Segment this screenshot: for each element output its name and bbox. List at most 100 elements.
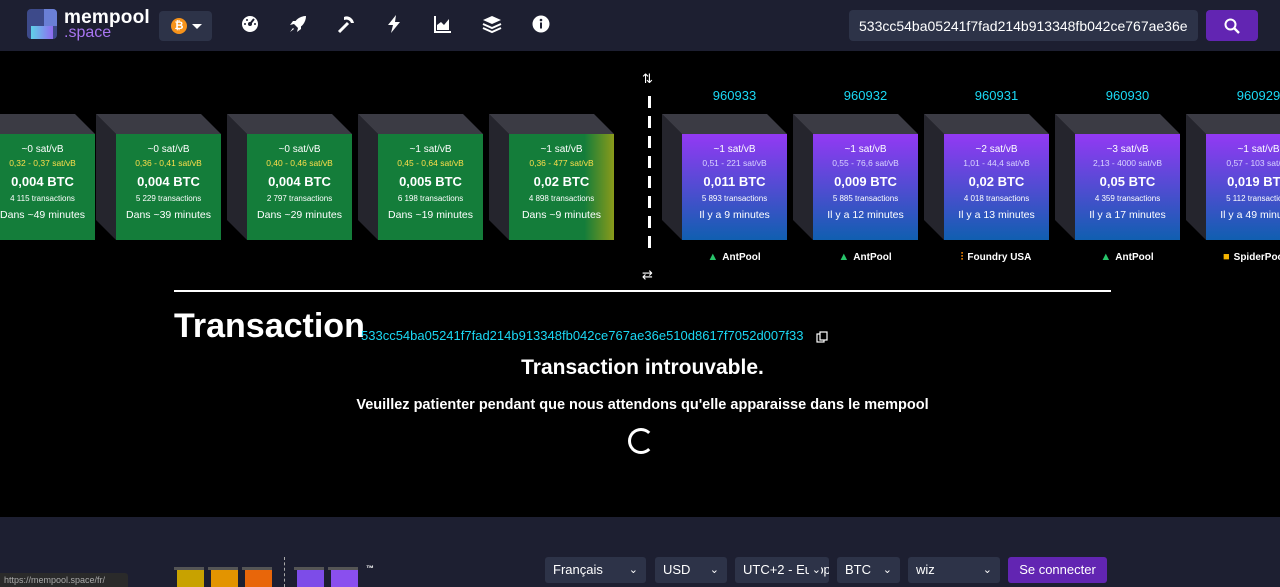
block-tx-count: 5 893 transactions [701, 194, 768, 203]
mempool-logo[interactable]: mempool .space [27, 7, 150, 41]
mining-pool-link[interactable]: ■SpiderPool [1203, 251, 1280, 263]
block-median-fee: ~0 sat/vB [147, 144, 190, 155]
antpool-icon: ▲ [707, 251, 719, 263]
chevron-down-icon: ⌄ [628, 564, 638, 576]
mined-block[interactable]: ~3 sat/vB 2,13 - 4000 sat/vB 0,05 BTC 4 … [1055, 114, 1180, 240]
block-median-fee: ~1 sat/vB [713, 144, 756, 155]
mining-pool-link[interactable]: ▲ AntPool [1072, 251, 1182, 263]
block-median-fee: ~2 sat/vB [975, 144, 1018, 155]
block-total-btc: 0,004 BTC [268, 174, 331, 189]
footer-logo-block [208, 567, 238, 587]
block-tx-count: 2 797 transactions [266, 194, 333, 203]
bitcoin-icon: ₿ [171, 18, 187, 34]
about-icon[interactable] [531, 14, 551, 34]
copy-icon[interactable] [816, 330, 828, 343]
blockchain-visualization: ~0 sat/vB 0,32 - 0,37 sat/vB 0,004 BTC 4… [0, 51, 1280, 291]
footer-logo-block [328, 567, 358, 587]
mempool-block[interactable]: ~0 sat/vB 0,40 - 0,46 sat/vB 0,004 BTC 2… [227, 114, 352, 240]
footer-logo-block [242, 567, 272, 587]
docs-icon[interactable] [482, 14, 502, 34]
block-total-btc: 0,005 BTC [399, 174, 462, 189]
logo-mark-icon [27, 9, 57, 39]
mining-pool-link[interactable]: ▲ AntPool [810, 251, 920, 263]
trademark-symbol: ™ [366, 564, 374, 573]
txid-link[interactable]: 533cc54ba05241f7fad214b913348fb042ce767a… [361, 328, 803, 343]
block-fee-range: 1,01 - 44,4 sat/vB [963, 158, 1030, 168]
block-tx-count: 4 898 transactions [528, 194, 595, 203]
mempool-block[interactable]: ~1 sat/vB 0,45 - 0,64 sat/vB 0,005 BTC 6… [358, 114, 483, 240]
block-age: Il y a 12 minutes [827, 209, 904, 221]
block-height-link[interactable]: 960931 [944, 88, 1049, 103]
network-selector[interactable]: ₿ [159, 11, 212, 41]
block-total-btc: 0,02 BTC [533, 174, 590, 189]
block-age: Il y a 17 minutes [1089, 209, 1166, 221]
status-bar-url: https://mempool.space/fr/ [0, 573, 128, 587]
currency-select[interactable]: USD ⌄ [655, 557, 727, 583]
mining-pool-link[interactable]: ⫶ Foundry USA [941, 251, 1051, 264]
timezone-select[interactable]: UTC+2 - Europe/Paris⌄ [735, 557, 829, 583]
search-button[interactable] [1206, 10, 1258, 41]
graphs-icon[interactable] [433, 14, 453, 34]
block-median-fee: ~1 sat/vB [409, 144, 452, 155]
mining-icon[interactable] [336, 14, 356, 34]
unit-select[interactable]: BTC ⌄ [837, 557, 900, 583]
block-tx-count: 5 229 transactions [135, 194, 202, 203]
block-height-link[interactable]: 960932 [813, 88, 918, 103]
block-fee-range: 0,45 - 0,64 sat/vB [397, 158, 464, 168]
block-fee-range: 0,57 - 103 sat/vB [1226, 158, 1280, 168]
block-eta: Dans ~39 minutes [126, 209, 211, 221]
swap-horizontal-icon[interactable]: ⇄ [642, 267, 653, 283]
mempool-divider [648, 96, 651, 256]
mempool-block[interactable]: ~1 sat/vB 0,36 - 477 sat/vB 0,02 BTC 4 8… [489, 114, 614, 240]
block-eta: Dans ~29 minutes [257, 209, 342, 221]
block-total-btc: 0,004 BTC [11, 174, 74, 189]
mempool-block[interactable]: ~0 sat/vB 0,36 - 0,41 sat/vB 0,004 BTC 5… [96, 114, 221, 240]
footer-logo-block [174, 567, 204, 587]
not-found-heading: Transaction introuvable. [521, 356, 764, 379]
block-height-link[interactable]: 960933 [682, 88, 787, 103]
block-total-btc: 0,009 BTC [834, 174, 897, 189]
block-total-btc: 0,05 BTC [1099, 174, 1156, 189]
page-title: Transaction [174, 307, 365, 345]
swap-vertical-icon[interactable]: ⇅ [642, 71, 653, 87]
waiting-message: Veuillez patienter pendant que nous atte… [356, 397, 929, 413]
antpool-icon: ▲ [838, 251, 850, 263]
mined-block[interactable]: ~2 sat/vB 1,01 - 44,4 sat/vB 0,02 BTC 4 … [924, 114, 1049, 240]
block-height-link[interactable]: 960929 [1206, 88, 1280, 103]
block-height-link[interactable]: 960930 [1075, 88, 1180, 103]
block-median-fee: ~1 sat/vB [844, 144, 887, 155]
block-age: Il y a 49 minutes [1220, 209, 1280, 221]
footer-logo-block [294, 567, 324, 587]
block-fee-range: 0,32 - 0,37 sat/vB [9, 158, 76, 168]
block-age: Il y a 9 minutes [699, 209, 770, 221]
block-tx-count: 4 018 transactions [963, 194, 1030, 203]
block-tx-count: 5 885 transactions [832, 194, 899, 203]
mining-pool-link[interactable]: ▲ AntPool [679, 251, 789, 263]
block-age: Il y a 13 minutes [958, 209, 1035, 221]
login-button[interactable]: Se connecter [1008, 557, 1107, 583]
mined-block[interactable]: ~1 sat/vB 0,51 - 221 sat/vB 0,011 BTC 5 … [662, 114, 787, 240]
language-select[interactable]: Français ⌄ [545, 557, 646, 583]
block-eta: Dans ~9 minutes [521, 209, 602, 221]
block-total-btc: 0,004 BTC [137, 174, 200, 189]
theme-select[interactable]: wiz ⌄ [908, 557, 1000, 583]
block-fee-range: 0,51 - 221 sat/vB [702, 158, 767, 168]
block-total-btc: 0,011 BTC [703, 174, 766, 189]
logo-subtext: .space [64, 24, 112, 41]
block-tx-count: 5 112 transactions [1226, 194, 1280, 203]
loading-spinner-icon [628, 428, 654, 454]
block-tx-count: 4 115 transactions [10, 194, 75, 203]
block-tx-count: 4 359 transactions [1094, 194, 1161, 203]
mined-block[interactable]: ~1 sat/vB 0,57 - 103 sat/vB 0,019 BTC 5 … [1186, 114, 1280, 240]
rocket-icon[interactable] [288, 14, 308, 34]
block-eta: Dans ~49 minutes [0, 209, 85, 221]
mined-block[interactable]: ~1 sat/vB 0,55 - 76,6 sat/vB 0,009 BTC 5… [793, 114, 918, 240]
section-divider [174, 290, 1111, 292]
dashboard-icon[interactable] [240, 14, 260, 34]
block-median-fee: ~1 sat/vB [1237, 144, 1280, 155]
block-median-fee: ~0 sat/vB [278, 144, 321, 155]
lightning-icon[interactable] [384, 14, 404, 34]
block-fee-range: 0,36 - 477 sat/vB [529, 158, 594, 168]
mempool-block[interactable]: ~0 sat/vB 0,32 - 0,37 sat/vB 0,004 BTC 4… [0, 114, 95, 240]
search-input[interactable] [849, 10, 1198, 41]
